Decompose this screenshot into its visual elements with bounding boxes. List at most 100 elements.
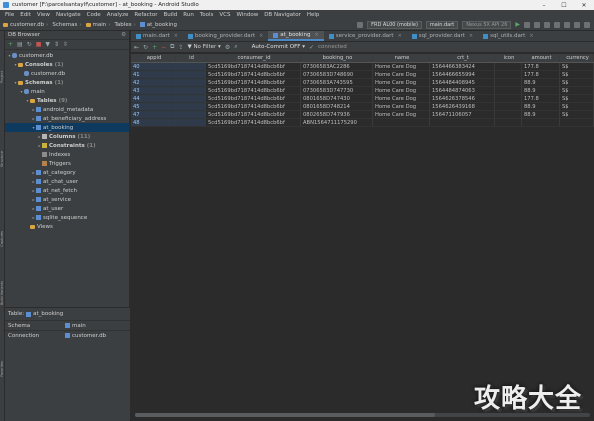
filter-dropdown[interactable]: ▼ No Filter ▾: [187, 44, 220, 50]
add-connection-icon[interactable]: +: [8, 41, 13, 48]
commit-icon[interactable]: ✓: [309, 44, 314, 51]
menu-view[interactable]: View: [34, 12, 53, 18]
editor-tab[interactable]: main.dart ×: [131, 31, 183, 41]
table-cell[interactable]: ABN1564711175290: [301, 119, 373, 127]
tree-node[interactable]: ▸ at_net_fetch: [5, 186, 129, 195]
run-config-selector[interactable]: main.dart: [425, 20, 459, 29]
table-cell[interactable]: Home Care Dog: [373, 95, 430, 103]
table-cell[interactable]: [176, 111, 206, 119]
delete-row-icon[interactable]: −: [161, 44, 166, 51]
table-cell[interactable]: Home Care Dog: [373, 103, 430, 111]
table-cell[interactable]: 48: [131, 119, 176, 127]
table-cell[interactable]: 07306583D747730: [301, 87, 373, 95]
table-cell[interactable]: 1564466383424: [430, 63, 495, 71]
column-header[interactable]: name: [373, 54, 430, 62]
table-cell[interactable]: S$: [560, 87, 594, 95]
find-icon[interactable]: ⌕: [234, 43, 237, 51]
column-header[interactable]: currency: [560, 54, 594, 62]
table-cell[interactable]: Home Care Dog: [373, 87, 430, 95]
table-cell[interactable]: [495, 119, 522, 127]
table-cell[interactable]: 07306583A743595: [301, 79, 373, 87]
table-cell[interactable]: 1564484408945: [430, 79, 495, 87]
table-cell[interactable]: S$: [560, 111, 594, 119]
table-cell[interactable]: [373, 119, 430, 127]
table-cell[interactable]: [176, 63, 206, 71]
editor-tab[interactable]: sql_provider.dart ×: [407, 31, 478, 41]
table-cell[interactable]: [495, 63, 522, 71]
menu-run[interactable]: Run: [180, 12, 197, 18]
tree-node[interactable]: ▸ at_beneficiary_address: [5, 114, 129, 123]
table-cell[interactable]: 5cd5169bd7187414d8bcb6bf: [206, 79, 301, 87]
table-cell[interactable]: [495, 111, 522, 119]
tree-node[interactable]: ▾ main: [5, 87, 129, 96]
collapse-all-icon[interactable]: ⇳: [63, 41, 68, 48]
table-cell[interactable]: 1564466655994: [430, 71, 495, 79]
table-cell[interactable]: 1564626378546: [430, 95, 495, 103]
editor-tab[interactable]: service_provider.dart ×: [324, 31, 407, 41]
table-cell[interactable]: 88.9: [522, 103, 560, 111]
table-cell[interactable]: [495, 87, 522, 95]
editor-tab[interactable]: at_booking ×: [268, 31, 324, 41]
emulator-selector[interactable]: Nexus 5X API 26: [462, 20, 512, 29]
sync-icon[interactable]: [554, 21, 560, 28]
tree-node[interactable]: ▸ android_metadata: [5, 105, 129, 114]
table-cell[interactable]: 47: [131, 111, 176, 119]
table-row[interactable]: 42 5cd5169bd7187414d8bcb6bf 07306583A74359…: [131, 79, 594, 87]
editor-tab[interactable]: booking_provider.dart ×: [183, 31, 268, 41]
close-tab-icon[interactable]: ×: [315, 32, 319, 38]
close-tab-icon[interactable]: ×: [259, 33, 263, 39]
tree-node[interactable]: ▸ Columns (11): [5, 132, 129, 141]
table-cell[interactable]: [495, 95, 522, 103]
breadcrumb-main[interactable]: main ›: [85, 22, 110, 28]
table-cell[interactable]: 5cd5169bd7187414d8bcb6bf: [206, 71, 301, 79]
maximize-button[interactable]: ☐: [554, 2, 574, 9]
table-cell[interactable]: 41: [131, 71, 176, 79]
close-tab-icon[interactable]: ×: [174, 33, 178, 39]
menu-build[interactable]: Build: [160, 12, 180, 18]
table-cell[interactable]: [522, 119, 560, 127]
breadcrumb-tables[interactable]: Tables ›: [114, 22, 135, 28]
stop-icon[interactable]: [544, 21, 550, 28]
table-cell[interactable]: [495, 79, 522, 87]
table-cell[interactable]: S$: [560, 63, 594, 71]
table-row[interactable]: 47 5cd5169bd7187414d8bcb6bf 0802658D747936…: [131, 111, 594, 119]
search-icon[interactable]: [584, 21, 590, 28]
close-tab-icon[interactable]: ×: [398, 33, 402, 39]
table-cell[interactable]: S$: [560, 71, 594, 79]
table-cell[interactable]: [495, 71, 522, 79]
table-cell[interactable]: [176, 103, 206, 111]
export-icon[interactable]: ⇪: [178, 44, 183, 51]
breadcrumb-schemas[interactable]: Schemas ›: [52, 22, 81, 28]
profile-icon[interactable]: [534, 21, 540, 28]
table-cell[interactable]: 5cd5169bd7187414d8bcb6bf: [206, 87, 301, 95]
duplicate-row-icon[interactable]: ⧉: [170, 43, 174, 51]
table-cell[interactable]: 88.9: [522, 111, 560, 119]
table-row[interactable]: 45 5cd5169bd7187414d8bcb6bf 0801658D748214…: [131, 103, 594, 111]
table-cell[interactable]: S$: [560, 103, 594, 111]
tree-node[interactable]: Views: [5, 222, 129, 231]
tree-node[interactable]: ▸ at_chat_user: [5, 177, 129, 186]
gear-icon[interactable]: ⚙: [121, 32, 129, 38]
table-cell[interactable]: S$: [560, 95, 594, 103]
table-cell[interactable]: [176, 95, 206, 103]
table-row[interactable]: 43 5cd5169bd7187414d8bcb6bf 07306583D74773…: [131, 87, 594, 95]
table-cell[interactable]: 45: [131, 103, 176, 111]
menu-file[interactable]: File: [2, 12, 17, 18]
menu-navigate[interactable]: Navigate: [53, 12, 84, 18]
table-cell[interactable]: 5cd5169bd7187414d8bcb6bf: [206, 95, 301, 103]
menu-analyze[interactable]: Analyze: [104, 12, 132, 18]
editor-tab[interactable]: sql_utils.dart ×: [478, 31, 538, 41]
sdk-manager-icon[interactable]: [574, 21, 580, 28]
filter-icon[interactable]: ▼: [45, 41, 50, 48]
tree-node[interactable]: Indexes: [5, 150, 129, 159]
breadcrumb-table[interactable]: at_booking: [139, 22, 177, 28]
auto-commit-dropdown[interactable]: Auto-Commit OFF ▾: [252, 44, 305, 50]
table-cell[interactable]: [176, 119, 206, 127]
menu-tools[interactable]: Tools: [197, 12, 217, 18]
table-cell[interactable]: 1564484874063: [430, 87, 495, 95]
tree-node[interactable]: Triggers: [5, 159, 129, 168]
tree-node[interactable]: ▸ Constraints (1): [5, 141, 129, 150]
column-header[interactable]: amount: [522, 54, 560, 62]
table-cell[interactable]: 5cd5169bd7187414d8bcb6bf: [206, 119, 301, 127]
menu-code[interactable]: Code: [84, 12, 104, 18]
